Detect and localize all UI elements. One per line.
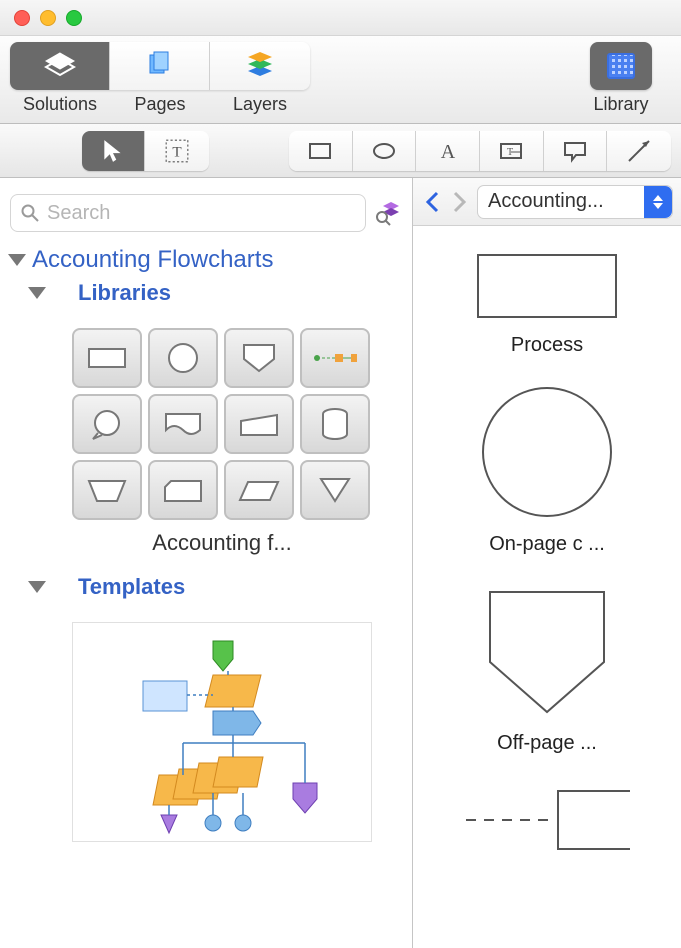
library-label: Library <box>581 94 661 115</box>
window-zoom-button[interactable] <box>66 10 82 26</box>
layers-tab[interactable] <box>210 42 310 90</box>
selection-tools: T <box>82 131 209 171</box>
offpage-shape-icon <box>482 586 612 716</box>
shape-off-page-connector[interactable]: Off-page ... <box>482 586 612 755</box>
shape-list[interactable]: Process On-page c ... Off-page ... <box>413 226 681 948</box>
shape-tools: A T <box>289 131 671 171</box>
text-insert-tool[interactable]: T <box>145 131 209 171</box>
ellipse-icon <box>371 138 397 164</box>
chevron-left-icon <box>425 191 439 213</box>
lib-shape-manual-op[interactable] <box>72 460 142 520</box>
rectangle-icon <box>307 138 333 164</box>
search-scope-button[interactable] <box>374 199 402 227</box>
library-icon <box>607 53 635 79</box>
rect-tool[interactable] <box>289 131 353 171</box>
disclosure-triangle-icon <box>28 287 46 299</box>
textbox-tool[interactable]: T <box>480 131 544 171</box>
svg-text:T: T <box>173 143 182 160</box>
flowchart-thumbnail-icon <box>73 623 373 843</box>
nav-back[interactable] <box>421 187 443 217</box>
process-shape-icon <box>477 254 617 318</box>
pointer-icon <box>100 138 126 164</box>
shape-label: On-page c ... <box>489 533 605 556</box>
library-toggle[interactable] <box>590 42 652 90</box>
window-close-button[interactable] <box>14 10 30 26</box>
text-insert-icon: T <box>164 138 190 164</box>
library-panel: Accounting... Process On-page c ... Off-… <box>413 178 681 948</box>
shape-on-page-connector[interactable]: On-page c ... <box>482 387 612 556</box>
lib-shape-data[interactable] <box>224 460 294 520</box>
svg-text:A: A <box>440 141 455 163</box>
lib-shape-manual-input[interactable] <box>224 394 294 454</box>
lib-shape-circle[interactable] <box>148 328 218 388</box>
lib-shape-pentagon[interactable] <box>224 328 294 388</box>
solutions-tab[interactable] <box>10 42 110 90</box>
library-name: Accounting f... <box>72 530 372 556</box>
pages-icon <box>147 52 173 80</box>
layers-icon <box>246 52 274 80</box>
template-thumbnail[interactable] <box>72 622 372 842</box>
textbox-icon: T <box>498 138 524 164</box>
arrow-icon <box>626 138 652 164</box>
lib-shape-extract[interactable] <box>300 460 370 520</box>
view-segmented-control <box>10 42 310 90</box>
solutions-icon <box>46 53 74 79</box>
nav-forward[interactable] <box>449 187 471 217</box>
lib-shape-rect[interactable] <box>72 328 142 388</box>
pages-tab[interactable] <box>110 42 210 90</box>
window-titlebar <box>0 0 681 36</box>
library-panel-header: Accounting... <box>413 178 681 226</box>
library-selector[interactable]: Accounting... <box>477 185 673 219</box>
chevron-right-icon <box>453 191 467 213</box>
lib-shape-database[interactable] <box>300 394 370 454</box>
text-tool[interactable]: A <box>416 131 480 171</box>
templates-label: Templates <box>78 574 185 600</box>
lib-shape-callout[interactable] <box>72 394 142 454</box>
category-title: Accounting Flowcharts <box>32 246 273 274</box>
category-accounting-flowcharts[interactable]: Accounting Flowcharts <box>8 246 404 274</box>
solutions-label: Solutions <box>10 94 110 115</box>
ellipse-tool[interactable] <box>353 131 417 171</box>
lib-shape-document[interactable] <box>148 394 218 454</box>
letter-a-icon: A <box>435 138 461 164</box>
shape-process[interactable]: Process <box>477 254 617 357</box>
search-icon <box>21 204 39 222</box>
search-field[interactable] <box>10 194 366 232</box>
pointer-tool[interactable] <box>82 131 146 171</box>
libraries-section[interactable]: Libraries <box>28 280 404 306</box>
layers-label: Layers <box>210 94 310 115</box>
annotation-shape-icon <box>462 785 632 855</box>
window-minimize-button[interactable] <box>40 10 56 26</box>
disclosure-triangle-icon <box>28 581 46 593</box>
callout-icon <box>562 138 588 164</box>
libraries-label: Libraries <box>78 280 171 306</box>
shape-annotation[interactable] <box>462 785 632 871</box>
library-selector-label: Accounting... <box>488 190 604 213</box>
dropdown-stepper-icon <box>644 186 672 218</box>
callout-tool[interactable] <box>544 131 608 171</box>
templates-section[interactable]: Templates <box>28 574 404 600</box>
onpage-shape-icon <box>482 387 612 517</box>
shape-label: Off-page ... <box>497 732 597 755</box>
main-toolbar: Solutions Pages Layers Library <box>0 36 681 124</box>
pages-label: Pages <box>110 94 210 115</box>
lib-shape-connector[interactable] <box>300 328 370 388</box>
magic-search-icon <box>375 200 401 226</box>
disclosure-triangle-icon <box>8 254 26 266</box>
search-input[interactable] <box>47 202 355 225</box>
shape-label: Process <box>511 334 583 357</box>
line-tool[interactable] <box>607 131 671 171</box>
tool-strip: T A T <box>0 124 681 178</box>
library-thumbnail-grid <box>72 328 404 520</box>
solutions-panel: Accounting Flowcharts Libraries <box>0 178 413 948</box>
lib-shape-card[interactable] <box>148 460 218 520</box>
